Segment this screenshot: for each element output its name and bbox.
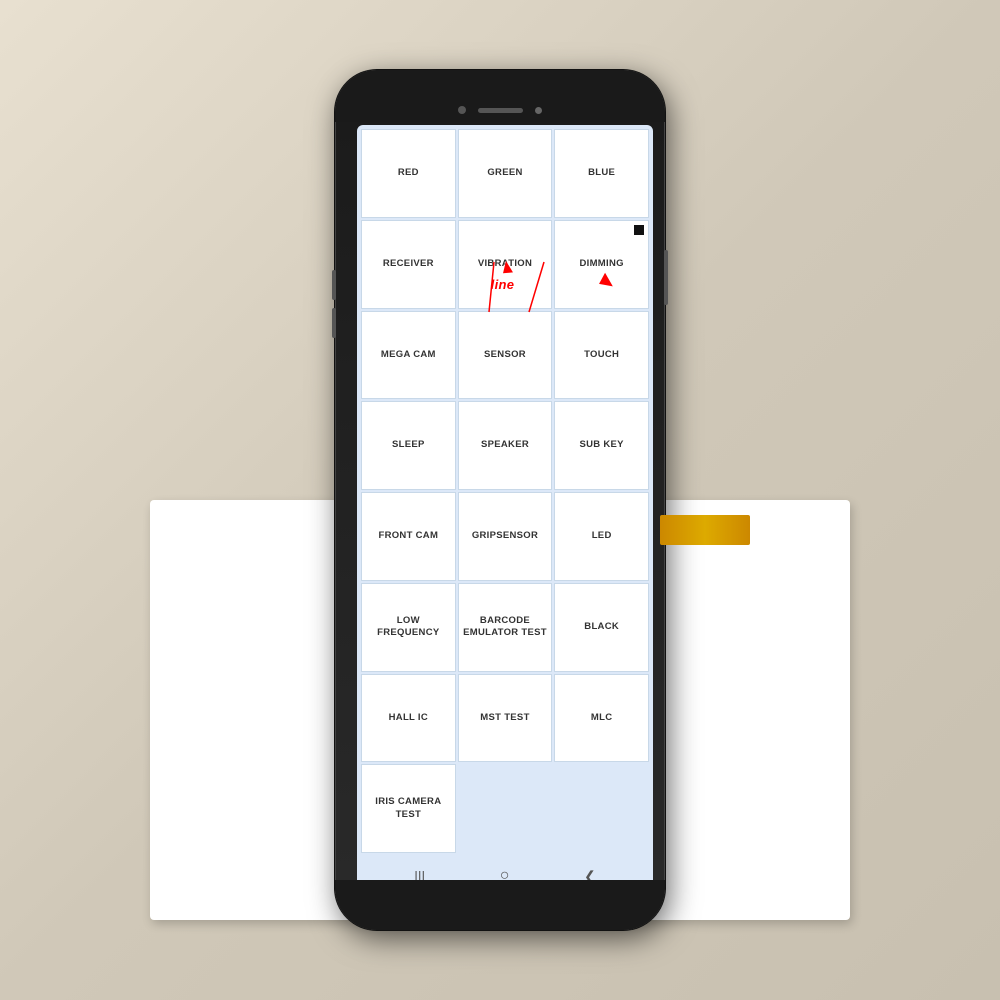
phone-container: RED GREEN BLUE RECEIVER VIBRATION DIMMIN… [330,65,670,935]
cell-vibration[interactable]: VIBRATION [458,220,553,309]
power-button[interactable] [664,250,668,305]
cell-speaker[interactable]: SPEAKER [458,401,553,490]
cell-barcode-emulator[interactable]: BARCODEEMULATOR TEST [458,583,553,672]
cell-sensor[interactable]: SENSOR line [458,311,553,400]
cell-sleep[interactable]: SLEEP [361,401,456,490]
cell-mega-cam[interactable]: MEGA CAM [361,311,456,400]
test-grid: RED GREEN BLUE RECEIVER VIBRATION DIMMIN… [357,125,653,857]
power-button-group [664,250,668,305]
cell-low-frequency[interactable]: LOW FREQUENCY [361,583,456,672]
cell-mst-test[interactable]: MST TEST [458,674,553,763]
cell-receiver[interactable]: RECEIVER [361,220,456,309]
phone-body: RED GREEN BLUE RECEIVER VIBRATION DIMMIN… [335,70,665,930]
cell-led[interactable]: LED [554,492,649,581]
volume-down-button[interactable] [332,308,336,338]
cell-hall-ic[interactable]: HALL IC [361,674,456,763]
cell-mlc[interactable]: MLC [554,674,649,763]
cell-touch[interactable]: TOUCH [554,311,649,400]
cell-black[interactable]: BLACK [554,583,649,672]
cell-red[interactable]: RED [361,129,456,218]
front-camera-dot [458,106,466,114]
phone-top-bezel [335,70,665,122]
cell-empty-2 [554,764,649,853]
sensor-dot [535,107,542,114]
cell-sub-key[interactable]: SUB KEY [554,401,649,490]
cell-green[interactable]: GREEN [458,129,553,218]
phone-bottom-bezel [335,880,665,930]
cell-front-cam[interactable]: FRONT CAM [361,492,456,581]
phone-screen: RED GREEN BLUE RECEIVER VIBRATION DIMMIN… [357,125,653,895]
volume-up-button[interactable] [332,270,336,300]
cell-dimming[interactable]: DIMMING [554,220,649,309]
volume-button-group [332,270,336,338]
cell-gripsensor[interactable]: GRIPSENSOR [458,492,553,581]
cell-iris-camera[interactable]: IRIS CAMERATEST [361,764,456,853]
earpiece-speaker [478,108,523,113]
cell-blue[interactable]: BLUE [554,129,649,218]
flex-cable [660,515,750,545]
cell-empty-1 [458,764,553,853]
